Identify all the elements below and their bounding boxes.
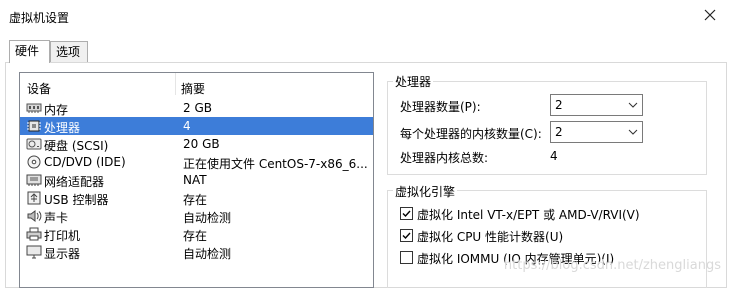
virtualize-cpu-counters-label[interactable]: 虚拟化 CPU 性能计数器(U) (417, 228, 563, 245)
device-row-network-adapter[interactable]: 网络适配器 NAT (20, 171, 373, 189)
device-name: CD/DVD (IDE) (44, 155, 126, 169)
memory-icon (26, 103, 42, 113)
processor-icon (27, 120, 41, 132)
watermark: https://blog.csdn.net/zhengliangs (503, 258, 721, 273)
device-row-memory[interactable]: 内存 2 GB (20, 99, 373, 117)
virtualize-intel-vtx-checkbox[interactable] (400, 207, 413, 220)
device-row-display[interactable]: 显示器 自动检测 (20, 243, 373, 261)
cd-dvd-icon (27, 155, 41, 169)
usb-icon (27, 191, 41, 205)
cores-per-processor-select[interactable]: 2 (550, 121, 643, 143)
virtualize-intel-vtx-label[interactable]: 虚拟化 Intel VT-x/EPT 或 AMD-V/RVI(V) (417, 206, 640, 223)
checkmark-icon (402, 210, 411, 218)
device-summary: 存在 (183, 229, 208, 243)
title-bar: 虚拟机设置 (0, 0, 729, 34)
processor-count-select[interactable]: 2 (550, 94, 643, 116)
total-cores-label: 处理器内核总数: (400, 151, 489, 165)
display-icon (26, 245, 42, 259)
virtualization-group-label: 虚拟化引擎 (393, 183, 458, 200)
harddisk-icon (26, 138, 42, 150)
printer-icon (26, 227, 42, 241)
device-list[interactable]: 设备 摘要 内存 2 GB 处理器 4 硬盘 (SCSI) 20 GB CD/D… (19, 72, 374, 288)
processor-count-value: 2 (555, 98, 563, 112)
processor-group-label: 处理器 (393, 73, 434, 90)
device-name: 内存 (44, 103, 69, 117)
tab-options[interactable]: 选项 (50, 41, 88, 62)
column-divider[interactable] (175, 73, 176, 95)
device-summary: 4 (183, 119, 191, 133)
processor-count-label: 处理器数量(P): (400, 100, 481, 114)
device-row-harddisk[interactable]: 硬盘 (SCSI) 20 GB (20, 135, 373, 153)
device-name: 声卡 (44, 211, 69, 225)
device-row-processor[interactable]: 处理器 4 (20, 117, 373, 135)
cores-per-processor-value: 2 (555, 125, 563, 139)
device-list-header: 设备 摘要 (20, 73, 373, 97)
device-name: USB 控制器 (44, 193, 109, 207)
network-adapter-icon (26, 174, 42, 186)
device-row-cd-dvd[interactable]: CD/DVD (IDE) 正在使用文件 CentOS-7-x86_6... (20, 153, 373, 171)
checkmark-icon (402, 232, 411, 240)
sound-card-icon (27, 210, 42, 222)
device-summary: 20 GB (183, 137, 220, 151)
virtualize-cpu-counters-checkbox[interactable] (400, 229, 413, 242)
total-cores-value: 4 (550, 149, 558, 163)
device-row-usb[interactable]: USB 控制器 存在 (20, 189, 373, 207)
chevron-down-icon (628, 102, 638, 108)
device-summary: 自动检测 (183, 211, 232, 225)
summary-column-header[interactable]: 摘要 (181, 80, 205, 97)
device-name: 打印机 (44, 229, 81, 243)
device-row-sound-card[interactable]: 声卡 自动检测 (20, 207, 373, 225)
device-summary: 2 GB (183, 101, 212, 115)
device-row-printer[interactable]: 打印机 存在 (20, 225, 373, 243)
chevron-down-icon (628, 129, 638, 135)
device-name: 显示器 (44, 247, 81, 261)
tab-hardware[interactable]: 硬件 (9, 40, 50, 63)
device-summary: 存在 (183, 193, 208, 207)
close-icon[interactable] (701, 6, 719, 24)
device-name: 硬盘 (SCSI) (44, 139, 109, 153)
device-summary: 自动检测 (183, 247, 232, 261)
tab-options-label: 选项 (56, 45, 81, 59)
cores-per-processor-label: 每个处理器的内核数量(C): (400, 127, 542, 141)
device-column-header[interactable]: 设备 (27, 80, 51, 97)
device-name: 处理器 (44, 121, 81, 135)
device-summary: NAT (183, 173, 207, 187)
device-summary: 正在使用文件 CentOS-7-x86_6... (183, 157, 368, 171)
device-name: 网络适配器 (44, 175, 105, 189)
window-title: 虚拟机设置 (9, 11, 70, 25)
tab-hardware-label: 硬件 (15, 44, 40, 58)
virtualize-iommu-checkbox[interactable] (400, 251, 413, 264)
tab-strip: 硬件 选项 (0, 40, 729, 63)
